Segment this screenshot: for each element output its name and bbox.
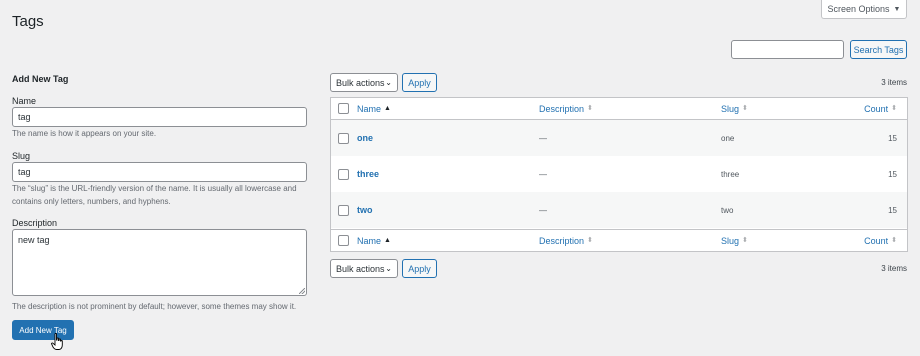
column-footer-name[interactable]: Name ▲ <box>357 236 391 246</box>
name-label: Name <box>12 96 37 106</box>
column-slug-label: Slug <box>721 235 740 246</box>
tag-slug: one <box>721 133 735 143</box>
column-slug-label: Slug <box>721 103 740 114</box>
tag-name-link[interactable]: one <box>357 133 373 143</box>
sort-icon: ⬍ <box>587 104 593 112</box>
hand-cursor-icon <box>51 333 63 350</box>
table-row: three — three 15 <box>331 156 907 192</box>
column-description-label: Description <box>539 103 585 114</box>
column-name-label: Name <box>357 235 382 246</box>
sort-icon: ⬍ <box>742 104 748 112</box>
column-count-label: Count <box>864 103 889 114</box>
bulk-actions-value: Bulk actions <box>336 263 385 274</box>
description-field-value: new tag <box>18 235 50 245</box>
table-row: two — two 15 <box>331 192 907 228</box>
items-count-top: 3 items <box>881 78 907 87</box>
bulk-actions-select-bottom[interactable]: Bulk actions ⌄ <box>330 259 398 278</box>
table-footer-row: Name ▲ Description ⬍ Slug ⬍ Count ⬍ <box>331 229 907 251</box>
tag-description: — <box>539 133 547 143</box>
apply-button-top[interactable]: Apply <box>402 73 437 92</box>
table-header-row: Name ▲ Description ⬍ Slug ⬍ Count ⬍ <box>331 98 907 120</box>
bulk-actions-value: Bulk actions <box>336 77 385 88</box>
apply-button-bottom[interactable]: Apply <box>402 259 437 278</box>
sort-icon: ⬍ <box>891 236 897 244</box>
sort-icon: ⬍ <box>891 104 897 112</box>
column-footer-count[interactable]: Count ⬍ <box>864 236 897 246</box>
slug-help-line-2: contains only letters, numbers, and hyph… <box>12 197 171 206</box>
bulk-actions-select-top[interactable]: Bulk actions ⌄ <box>330 73 398 92</box>
name-help: The name is how it appears on your site. <box>12 129 157 138</box>
search-tags-button[interactable]: Search Tags <box>850 40 907 59</box>
sort-icon: ⬍ <box>742 236 748 244</box>
column-header-slug[interactable]: Slug ⬍ <box>721 104 748 114</box>
description-label: Description <box>12 218 58 228</box>
slug-field[interactable]: tag <box>12 162 307 182</box>
slug-field-value: tag <box>18 167 31 177</box>
table-row: one — one 15 <box>331 120 907 156</box>
tag-slug: three <box>721 169 740 179</box>
caret-down-icon: ▼ <box>893 5 901 13</box>
column-footer-description[interactable]: Description ⬍ <box>539 236 593 246</box>
resize-handle-icon[interactable] <box>299 288 305 294</box>
slug-label: Slug <box>12 151 31 161</box>
sort-asc-icon: ▲ <box>384 104 391 112</box>
column-header-count[interactable]: Count ⬍ <box>864 104 897 114</box>
row-checkbox[interactable] <box>338 204 349 216</box>
name-field-value: tag <box>18 112 31 122</box>
description-help: The description is not prominent by defa… <box>12 302 297 311</box>
tag-name-link[interactable]: two <box>357 205 373 215</box>
column-count-label: Count <box>864 235 889 246</box>
tag-count-link[interactable]: 15 <box>888 134 897 143</box>
sort-icon: ⬍ <box>587 236 593 244</box>
column-footer-slug[interactable]: Slug ⬍ <box>721 236 748 246</box>
select-all-checkbox[interactable] <box>338 103 349 114</box>
search-input[interactable] <box>731 40 844 59</box>
sort-asc-icon: ▲ <box>384 236 391 244</box>
screen-options-button[interactable]: Screen Options ▼ <box>821 0 907 19</box>
items-count-bottom: 3 items <box>881 264 907 273</box>
column-header-description[interactable]: Description ⬍ <box>539 104 593 114</box>
tag-description: — <box>539 205 547 215</box>
column-description-label: Description <box>539 235 585 246</box>
form-title: Add New Tag <box>12 74 69 84</box>
column-header-name[interactable]: Name ▲ <box>357 104 391 114</box>
row-checkbox[interactable] <box>338 132 349 144</box>
name-field[interactable]: tag <box>12 107 307 127</box>
chevron-down-icon: ⌄ <box>385 78 392 87</box>
tag-name-link[interactable]: three <box>357 169 379 179</box>
tag-count-link[interactable]: 15 <box>888 206 897 215</box>
row-checkbox[interactable] <box>338 168 349 180</box>
select-all-checkbox-footer[interactable] <box>338 235 349 246</box>
screen-options-label: Screen Options <box>827 4 890 14</box>
description-field[interactable]: new tag <box>12 229 307 296</box>
tag-slug: two <box>721 205 734 215</box>
column-name-label: Name <box>357 103 382 114</box>
page-title: Tags <box>12 13 44 30</box>
slug-help-line-1: The “slug” is the URL-friendly version o… <box>12 184 297 193</box>
tag-count-link[interactable]: 15 <box>888 170 897 179</box>
tag-description: — <box>539 169 547 179</box>
add-new-tag-button[interactable]: Add New Tag <box>12 320 74 340</box>
tags-table: Name ▲ Description ⬍ Slug ⬍ Count ⬍ one … <box>330 97 908 252</box>
chevron-down-icon: ⌄ <box>385 264 392 273</box>
